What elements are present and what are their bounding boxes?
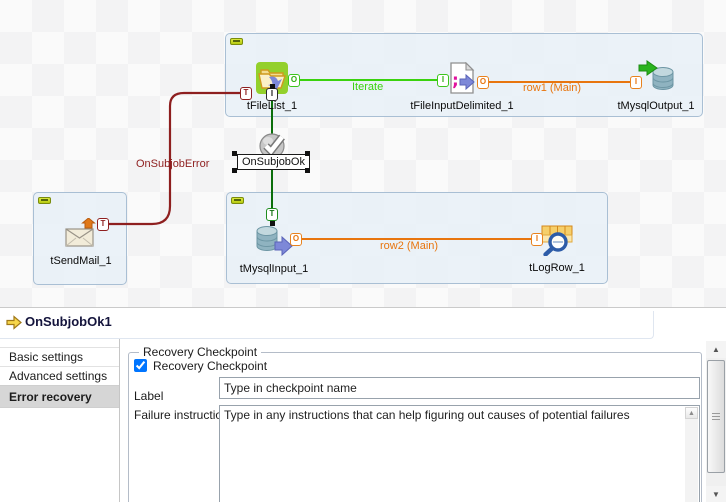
tab-error-recovery[interactable]: Error recovery [0, 385, 119, 408]
component-label: tMysqlOutput_1 [606, 100, 706, 112]
tab-advanced-settings[interactable]: Advanced settings [0, 366, 119, 385]
selection-handle[interactable] [305, 168, 310, 173]
component-label: tFileInputDelimited_1 [402, 100, 522, 112]
checkpoint-label-input[interactable] [219, 377, 700, 399]
trigger-port[interactable]: T [266, 208, 278, 221]
tab-basic-settings[interactable]: Basic settings [0, 347, 119, 366]
output-port[interactable]: O [290, 233, 302, 246]
onsubjobok-source-port[interactable]: I [266, 88, 278, 101]
subjob-collapse-icon[interactable] [231, 197, 244, 204]
talend-studio-window: tFileList_1 ; tFileInputDelimited_1 tMys… [0, 0, 726, 502]
recovery-checkpoint-group: Recovery Checkpoint Recovery Checkpoint … [128, 352, 702, 502]
trigger-port[interactable]: T [97, 218, 109, 231]
group-title: Recovery Checkpoint [139, 345, 261, 359]
output-port[interactable]: O [288, 74, 300, 87]
label-field-label: Label [134, 389, 163, 403]
tlogrow-icon [541, 225, 573, 256]
trigger-port[interactable]: T [240, 87, 252, 100]
svg-text:;: ; [452, 71, 459, 91]
component-label: tMysqlInput_1 [224, 263, 324, 275]
iterate-connection-label[interactable]: Iterate [352, 81, 383, 93]
component-label: tLogRow_1 [507, 262, 607, 274]
row1-connection-label[interactable]: row1 (Main) [523, 82, 581, 94]
tmysqloutput-icon [638, 60, 674, 94]
selection-handle[interactable] [270, 221, 275, 226]
subjob-collapse-icon[interactable] [230, 38, 243, 45]
selection-handle[interactable] [305, 151, 310, 156]
tfileinputdelimited-icon: ; [449, 62, 475, 94]
panel-title: OnSubjobOk1 [25, 314, 112, 329]
scroll-up-icon[interactable]: ▲ [685, 407, 698, 419]
selection-handle[interactable] [232, 168, 237, 173]
selection-handle[interactable] [270, 84, 275, 89]
onsubjobok-connection-label[interactable]: OnSubjobOk [237, 154, 310, 170]
scroll-down-icon[interactable]: ▼ [706, 486, 726, 502]
tmysqlinput-icon [254, 225, 294, 257]
output-port[interactable]: O [477, 76, 489, 89]
panel-divider [119, 339, 120, 502]
component-settings-panel: OnSubjobOk1 Basic settings Advanced sett… [0, 307, 726, 502]
component-tmysqlinput[interactable]: tMysqlInput_1 [224, 225, 324, 275]
input-port[interactable]: I [531, 233, 543, 246]
component-tlogrow[interactable]: tLogRow_1 [507, 225, 607, 274]
panel-vertical-scrollbar[interactable]: ▲ ▼ [706, 341, 726, 502]
scrollbar-thumb[interactable] [707, 360, 725, 473]
subjob-collapse-icon[interactable] [38, 197, 51, 204]
textarea-scrollbar[interactable]: ▲ [685, 407, 698, 502]
connection-arrow-icon [6, 315, 22, 335]
selection-handle[interactable] [232, 151, 237, 156]
failure-instructions-textarea[interactable]: Type in any instructions that can help f… [220, 406, 684, 502]
component-tmysqloutput[interactable]: tMysqlOutput_1 [606, 60, 706, 112]
job-designer-canvas[interactable]: tFileList_1 ; tFileInputDelimited_1 tMys… [0, 0, 726, 307]
input-port[interactable]: I [630, 76, 642, 89]
component-label: tFileList_1 [236, 100, 308, 112]
component-tfileinputdelimited[interactable]: ; tFileInputDelimited_1 [402, 62, 522, 112]
recovery-checkpoint-checkbox-label: Recovery Checkpoint [153, 359, 267, 373]
settings-tab-list: Basic settings Advanced settings Error r… [0, 347, 119, 408]
failure-instructions-field[interactable]: Type in any instructions that can help f… [219, 405, 700, 502]
component-label: tSendMail_1 [41, 255, 121, 267]
component-tsendmail[interactable]: tSendMail_1 [41, 218, 121, 267]
scroll-up-icon[interactable]: ▲ [706, 341, 726, 358]
recovery-checkpoint-checkbox[interactable] [134, 359, 147, 372]
onsubjoberror-connection-label[interactable]: OnSubjobError [136, 158, 209, 170]
row2-connection-label[interactable]: row2 (Main) [380, 240, 438, 252]
input-port[interactable]: I [437, 74, 449, 87]
tsendmail-icon [63, 218, 99, 249]
